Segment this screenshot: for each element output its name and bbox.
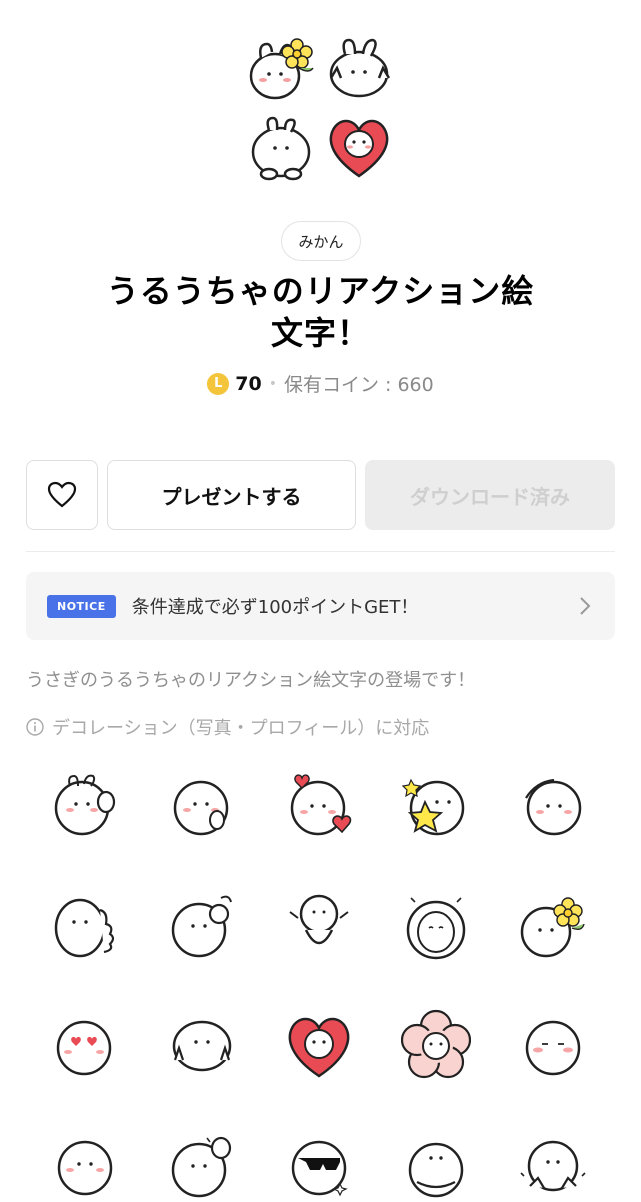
bunny-flower-frame-icon[interactable] (401, 1008, 471, 1082)
gift-button[interactable]: プレゼントする (107, 460, 356, 530)
product-title: うるうちゃのリアクション絵 文字！ (40, 270, 601, 354)
bunny-heart-frame-icon[interactable] (284, 1008, 354, 1082)
bunny-flower-icon (249, 38, 314, 100)
bunny-kissing-icon[interactable] (167, 768, 237, 842)
price-amount: 70 (235, 372, 262, 395)
separator: • (268, 375, 277, 392)
title-line-2: 文字！ (270, 314, 370, 352)
bunny-peace-icon (329, 38, 391, 98)
bunny-ok-icon[interactable] (167, 888, 237, 962)
divider (26, 551, 615, 552)
sticker-preview (245, 34, 395, 182)
author-chip[interactable]: みかん (281, 221, 361, 261)
bunny-peeking-icon[interactable] (401, 888, 471, 962)
description: うさぎのうるうちゃのリアクション絵文字の登場です！ (26, 670, 476, 691)
bunny-hearts-icon[interactable] (284, 768, 354, 842)
bunny-blushing-icon[interactable] (518, 1008, 588, 1082)
bunny-flower-icon[interactable] (518, 888, 588, 962)
notice-banner[interactable]: NOTICE 条件達成で必ず100ポイントGET！ (26, 572, 615, 640)
heart-outline-icon (47, 481, 77, 508)
bunny-heart-eyes-icon[interactable] (50, 1008, 120, 1082)
bunny-hugging-icon[interactable] (401, 1128, 471, 1202)
bunny-star-icon[interactable] (401, 768, 471, 842)
bunny-thumbs-up-icon[interactable] (50, 888, 120, 962)
title-line-1: うるうちゃのリアクション絵 (106, 272, 535, 310)
notice-text: 条件達成で必ず100ポイントGET！ (131, 597, 419, 618)
decoration-text: デコレーション（写真・プロフィール）に対応 (52, 718, 430, 739)
bunny-waving-icon[interactable] (50, 768, 120, 842)
chevron-right-icon (580, 597, 591, 615)
heart-bunny-icon (329, 119, 389, 178)
notice-badge: NOTICE (47, 594, 116, 618)
bunny-smiling-icon[interactable] (50, 1128, 120, 1202)
bunny-sunglasses-icon[interactable] (284, 1128, 354, 1202)
bunny-salute-icon[interactable] (518, 768, 588, 842)
bunny-standing-icon[interactable] (284, 888, 354, 962)
bunny-peace-signs-icon[interactable] (167, 1008, 237, 1082)
bunny-sitting-icon (251, 116, 311, 181)
download-button[interactable]: ダウンロード済み (365, 460, 615, 530)
decoration-support: デコレーション（写真・プロフィール）に対応 (26, 714, 429, 740)
info-icon (26, 718, 44, 736)
bunny-sweat-icon[interactable] (167, 1128, 237, 1202)
bunny-clapping-icon[interactable] (518, 1128, 588, 1202)
price-row: L 70 • 保有コイン : 660 (0, 370, 641, 397)
author-name: みかん (298, 232, 344, 251)
like-button[interactable] (26, 460, 98, 530)
line-coin-icon: L (207, 372, 230, 395)
owned-coins: 保有コイン : 660 (283, 374, 434, 396)
